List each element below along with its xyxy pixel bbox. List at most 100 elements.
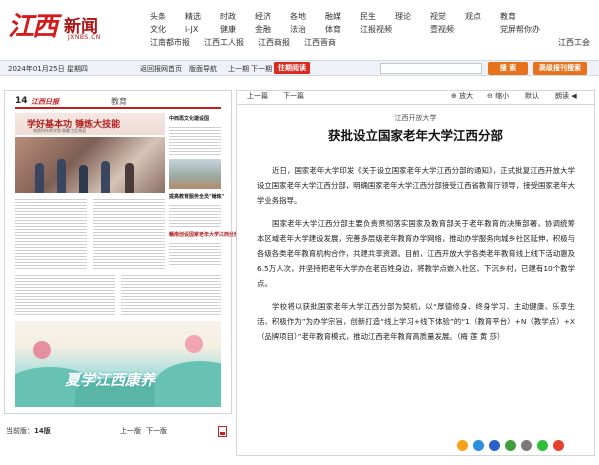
nav-item[interactable]: 头条 — [150, 11, 185, 22]
np-text-column[interactable] — [93, 197, 165, 269]
version-nav-link[interactable]: 版面导航 — [189, 64, 217, 74]
np-right-title[interactable]: 中西再文化建设国 — [169, 115, 209, 122]
nav-item[interactable]: 江报视频 — [360, 24, 395, 35]
article-paragraph: 近日，国家老年大学印发《关于设立国家老年大学江西分部的通知》，正式批复江西开放大… — [257, 166, 575, 205]
page-section: 教育 — [111, 97, 127, 106]
nav-item[interactable]: 江西工会 — [558, 37, 590, 48]
current-page-value: 14版 — [34, 427, 51, 435]
page-footer: 当前版：14版 上一版 下一版 — [4, 424, 232, 438]
site-logo[interactable]: 江西 新闻 JXNBS.CN — [8, 6, 128, 44]
nav-item[interactable]: 教育 — [500, 11, 535, 22]
article-panel: 上一篇 下一篇 ⊕ 放大 ⊖ 缩小 默认 朗读 ◀ 江西开放大学 获批设立国家老… — [236, 90, 595, 456]
np-photo-classroom[interactable] — [15, 137, 165, 193]
nav-item[interactable]: 江南都市报 — [150, 37, 190, 48]
np-photo-figure — [79, 165, 88, 193]
np-photo-figure — [101, 161, 110, 193]
share-icon[interactable] — [521, 440, 532, 451]
nav-item[interactable]: 法治 — [290, 24, 325, 35]
prev-article-link[interactable]: 上一篇 — [247, 91, 268, 101]
nav-item[interactable]: 党屏帮你办 — [500, 24, 540, 35]
nav-item[interactable]: 江西工人报 — [204, 37, 244, 48]
weibo-icon[interactable] — [553, 440, 564, 451]
np-illustration-ad[interactable]: 夏学江西康养 — [15, 321, 221, 407]
toolbar: 2024年01月25日 星期四 返回报网首页 版面导航 上一期 下一期 往期阅读… — [0, 60, 599, 76]
douban-icon[interactable] — [505, 440, 516, 451]
zoom-out-label: 缩小 — [495, 92, 510, 100]
np-right-title[interactable]: 提高教育服务全员"锤炼" — [169, 193, 224, 200]
current-page-prefix: 当前版： — [6, 427, 34, 435]
read-aloud-button[interactable]: 朗读 ◀ — [555, 91, 577, 101]
np-right-title[interactable]: 赣南创设国家老年大学江西分部 — [169, 231, 239, 238]
nav-item[interactable]: 金融 — [255, 24, 290, 35]
np-hero-banner[interactable]: 学好基本功 锤炼大技能 南昌市技师学院·赣鄱工匠摇篮 — [15, 113, 165, 135]
nav-item[interactable]: 文化 — [150, 24, 185, 35]
np-photo-figure — [57, 159, 66, 193]
renren-icon[interactable] — [489, 440, 500, 451]
site-header: 江西 新闻 JXNBS.CN 头条 精选 时政 经济 各地 融媒 民生 理论 视… — [0, 0, 599, 50]
nav-item[interactable]: 健康 — [220, 24, 255, 35]
np-bottom-text[interactable] — [15, 273, 221, 317]
article-paragraph: 学校将以获批国家老年大学江西分部为契机，以“厚德修身、终身学习、主动健康、乐享生… — [257, 302, 575, 341]
np-blossom-shape — [33, 341, 51, 359]
np-photo-figure — [125, 163, 134, 193]
main-nav: 头条 精选 时政 经济 各地 融媒 民生 理论 视觉 观点 教育 文化 i-JX… — [150, 10, 596, 49]
np-right-column: 中西再文化建设国 提高教育服务全员"锤炼" 赣南创设国家老年大学江西分部 — [169, 113, 239, 265]
nav-item[interactable]: 视觉 — [430, 11, 465, 22]
home-link[interactable]: 返回报网首页 — [140, 64, 182, 74]
next-issue-link[interactable]: 下一期 — [251, 64, 272, 74]
np-text-column[interactable] — [169, 125, 221, 155]
article-title: 获批设立国家老年大学江西分部 — [327, 128, 503, 143]
nav-item[interactable]: 壹视频 — [430, 24, 465, 35]
nav-item[interactable]: 江西商报 — [258, 37, 290, 48]
nav-item[interactable]: 民生 — [360, 11, 395, 22]
nav-row-2: 文化 i-JX 健康 金融 法治 体育 江报视频 壹视频 党屏帮你办 — [150, 23, 596, 36]
tencent-weibo-icon[interactable] — [473, 440, 484, 451]
np-photo-figure — [35, 163, 44, 193]
np-text-column[interactable] — [15, 197, 87, 269]
prev-page-link[interactable]: 上一版 — [120, 426, 141, 436]
page-header: 14 江西日报 教育 — [15, 96, 221, 109]
np-text-column — [15, 273, 115, 317]
nav-item[interactable]: 各地 — [290, 11, 325, 22]
pdf-icon[interactable] — [218, 426, 227, 437]
logo-domain: JXNBS.CN — [68, 34, 101, 41]
nav-item[interactable]: 精选 — [185, 11, 220, 22]
current-date: 2024年01月25日 星期四 — [8, 65, 88, 73]
zoom-out-button[interactable]: ⊖ 缩小 — [487, 91, 509, 101]
search-input[interactable] — [380, 63, 482, 74]
prev-issue-link[interactable]: 上一期 — [228, 64, 249, 74]
logo-mark: 江西 — [8, 12, 58, 42]
np-text-column[interactable] — [169, 203, 221, 227]
np-text-column — [121, 273, 221, 317]
page-paper-logo: 江西日报 — [31, 98, 59, 106]
search-button[interactable]: 搜 索 — [488, 62, 528, 75]
past-issues-button[interactable]: 往期阅读 — [274, 62, 310, 74]
np-right-photo[interactable] — [169, 159, 221, 189]
next-page-link[interactable]: 下一版 — [146, 426, 167, 436]
share-bar — [457, 440, 587, 452]
advanced-search-button[interactable]: 高级报刊搜索 — [533, 62, 587, 75]
nav-item[interactable]: 融媒 — [325, 11, 360, 22]
nav-item[interactable]: 观点 — [465, 11, 500, 22]
nav-item[interactable]: 理论 — [395, 11, 430, 22]
nav-item[interactable]: 体育 — [325, 24, 360, 35]
newspaper-page-image[interactable]: 学好基本功 锤炼大技能 南昌市技师学院·赣鄱工匠摇篮 中西再文化建设国 提高教育… — [15, 113, 239, 409]
wechat-icon[interactable] — [537, 440, 548, 451]
zoom-in-label: 放大 — [459, 92, 474, 100]
nav-item[interactable]: 江西晋商 — [304, 37, 336, 48]
next-article-link[interactable]: 下一篇 — [283, 91, 304, 101]
np-text-column[interactable] — [169, 241, 221, 265]
np-art-slogan: 夏学江西康养 — [65, 371, 156, 389]
nav-item[interactable]: 时政 — [220, 11, 255, 22]
qzone-icon[interactable] — [457, 440, 468, 451]
nav-item[interactable]: i-JX — [185, 25, 220, 34]
nav-row-3: 江南都市报 江西工人报 江西商报 江西晋商 江西工会 — [150, 36, 596, 49]
nav-item[interactable]: 经济 — [255, 11, 290, 22]
article-body: 近日，国家老年大学印发《关于设立国家老年大学江西分部的通知》，正式批复江西开放大… — [257, 163, 575, 352]
reset-zoom-button[interactable]: 默认 — [525, 91, 539, 101]
current-page-label: 当前版：14版 — [6, 426, 51, 436]
read-aloud-label: 朗读 — [555, 92, 569, 100]
zoom-in-button[interactable]: ⊕ 放大 — [451, 91, 473, 101]
np-blossom-shape — [185, 335, 203, 353]
page-number: 14 — [15, 96, 28, 106]
